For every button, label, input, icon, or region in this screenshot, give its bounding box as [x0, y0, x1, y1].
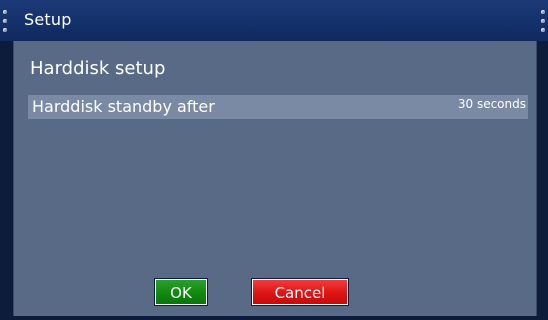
title-bar: Setup	[0, 0, 548, 41]
left-grip-icon	[2, 10, 8, 32]
cancel-button[interactable]: Cancel	[251, 278, 349, 306]
setting-row-standby[interactable]: Harddisk standby after 30 seconds	[28, 95, 528, 119]
dialog-heading: Harddisk setup	[30, 58, 166, 79]
setting-label: Harddisk standby after	[32, 97, 215, 116]
window-title: Setup	[24, 10, 72, 29]
dialog-panel: Harddisk setup Harddisk standby after 30…	[13, 41, 537, 316]
right-grip-icon	[540, 10, 546, 32]
setup-window: Setup Harddisk setup Harddisk standby af…	[0, 0, 548, 320]
ok-button[interactable]: OK	[154, 278, 208, 306]
setting-value[interactable]: 30 seconds	[458, 97, 526, 111]
